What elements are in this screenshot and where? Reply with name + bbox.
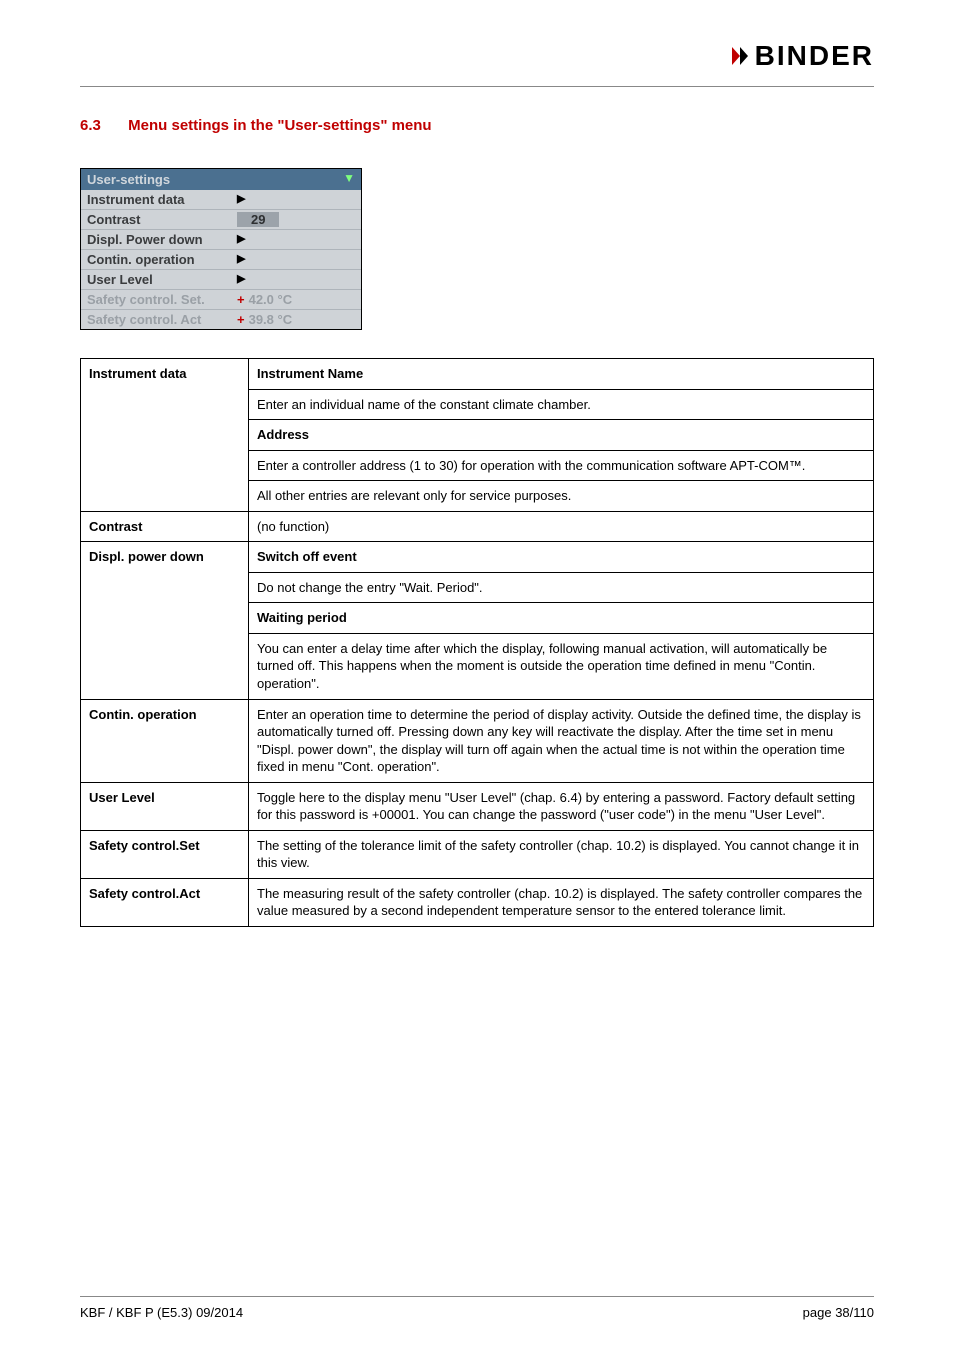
panel-row-safety-set: Safety control. Set. +42.0 °C xyxy=(81,289,361,309)
cell-text: Do not change the entry "Wait. Period". xyxy=(249,572,874,603)
table-row: Safety control.Act The measuring result … xyxy=(81,878,874,926)
table-row: Contrast (no function) xyxy=(81,511,874,542)
panel-row-contin[interactable]: Contin. operation ▶ xyxy=(81,249,361,269)
panel-label: Safety control. Set. xyxy=(87,292,237,307)
user-settings-panel: User-settings ▼ Instrument data ▶ Contra… xyxy=(80,168,362,330)
cell-text: All other entries are relevant only for … xyxy=(249,481,874,512)
panel-title-text: User-settings xyxy=(87,172,170,187)
page-header: BINDER xyxy=(80,40,874,80)
cell-text: Enter an operation time to determine the… xyxy=(249,699,874,782)
page-footer: KBF / KBF P (E5.3) 09/2014 page 38/110 xyxy=(80,1296,874,1320)
row-label: Safety control.Set xyxy=(81,830,249,878)
cell-text: (no function) xyxy=(249,511,874,542)
plus-icon: + xyxy=(237,292,245,307)
submenu-indicator-icon: ▶ xyxy=(237,192,355,207)
table-row: Contin. operation Enter an operation tim… xyxy=(81,699,874,782)
panel-label: Displ. Power down xyxy=(87,232,237,247)
sub-heading: Switch off event xyxy=(249,542,874,573)
cell-text: Enter a controller address (1 to 30) for… xyxy=(249,450,874,481)
panel-label: Contrast xyxy=(87,212,237,227)
table-row: Safety control.Set The setting of the to… xyxy=(81,830,874,878)
row-label: Contrast xyxy=(81,511,249,542)
brand-logo: BINDER xyxy=(730,40,874,72)
footer-left: KBF / KBF P (E5.3) 09/2014 xyxy=(80,1305,243,1320)
panel-row-contrast[interactable]: Contrast 29 xyxy=(81,209,361,229)
table-row: Displ. power down Switch off event xyxy=(81,542,874,573)
submenu-indicator-icon: ▶ xyxy=(237,272,355,287)
submenu-indicator-icon: ▶ xyxy=(237,232,355,247)
row-label: Instrument data xyxy=(81,359,249,512)
cell-text: You can enter a delay time after which t… xyxy=(249,633,874,699)
footer-right: page 38/110 xyxy=(803,1305,874,1320)
panel-row-user-level[interactable]: User Level ▶ xyxy=(81,269,361,289)
section-heading: 6.3 Menu settings in the "User-settings"… xyxy=(80,117,874,134)
cell-text: Enter an individual name of the constant… xyxy=(249,389,874,420)
section-title: Menu settings in the "User-settings" men… xyxy=(128,117,431,134)
row-label: User Level xyxy=(81,782,249,830)
table-row: Instrument data Instrument Name xyxy=(81,359,874,390)
row-label: Safety control.Act xyxy=(81,878,249,926)
submenu-indicator-icon: ▶ xyxy=(237,252,355,267)
safety-set-value: +42.0 °C xyxy=(237,292,355,307)
cell-text: The setting of the tolerance limit of th… xyxy=(249,830,874,878)
row-label: Contin. operation xyxy=(81,699,249,782)
brand-name: BINDER xyxy=(755,40,874,72)
cell-text: Toggle here to the display menu "User Le… xyxy=(249,782,874,830)
panel-row-power-down[interactable]: Displ. Power down ▶ xyxy=(81,229,361,249)
panel-title-bar: User-settings ▼ xyxy=(81,169,361,190)
panel-label: Instrument data xyxy=(87,192,237,207)
panel-down-arrow-icon: ▼ xyxy=(343,171,355,185)
sub-heading: Waiting period xyxy=(249,603,874,634)
sub-heading: Address xyxy=(249,420,874,451)
panel-label: Safety control. Act xyxy=(87,312,237,327)
plus-icon: + xyxy=(237,312,245,327)
panel-label: Contin. operation xyxy=(87,252,237,267)
header-divider xyxy=(80,86,874,87)
contrast-box: 29 xyxy=(237,212,279,227)
sub-heading: Instrument Name xyxy=(249,359,874,390)
settings-description-table: Instrument data Instrument Name Enter an… xyxy=(80,358,874,927)
cell-text: The measuring result of the safety contr… xyxy=(249,878,874,926)
panel-row-safety-act: Safety control. Act +39.8 °C xyxy=(81,309,361,329)
row-label: Displ. power down xyxy=(81,542,249,699)
panel-label: User Level xyxy=(87,272,237,287)
contrast-value: 29 xyxy=(237,212,355,227)
safety-act-value: +39.8 °C xyxy=(237,312,355,327)
panel-row-instrument-data[interactable]: Instrument data ▶ xyxy=(81,190,361,209)
table-row: User Level Toggle here to the display me… xyxy=(81,782,874,830)
logo-chevron-icon xyxy=(730,43,752,69)
section-number: 6.3 xyxy=(80,117,124,134)
